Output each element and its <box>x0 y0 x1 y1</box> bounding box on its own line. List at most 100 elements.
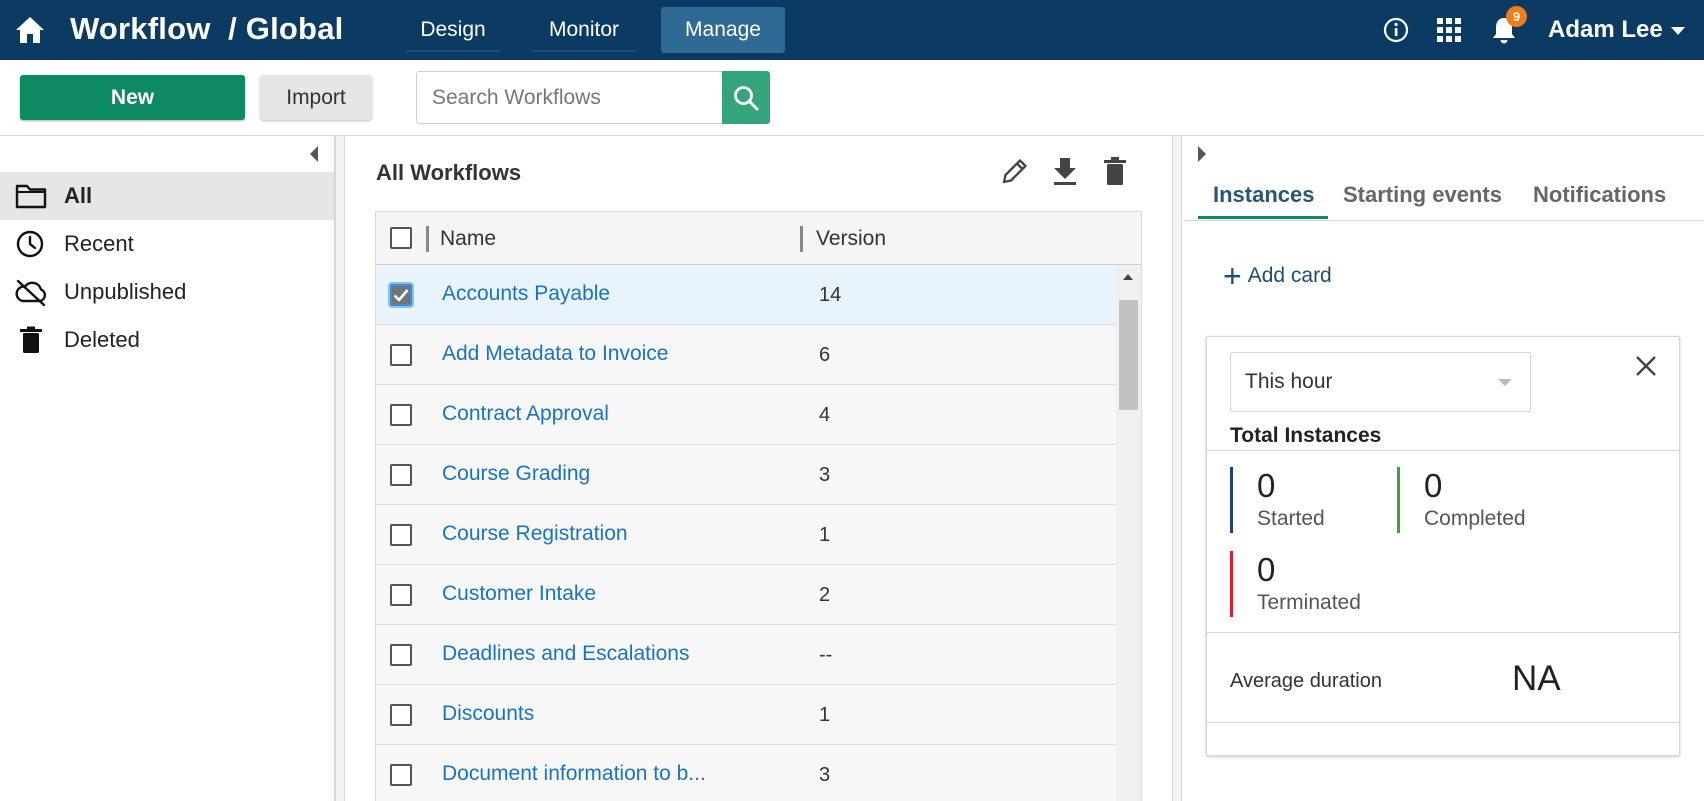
row-checkbox[interactable] <box>390 584 412 606</box>
sidebar-item-label: All <box>64 183 93 208</box>
notification-badge: 9 <box>1506 6 1527 27</box>
sidebar-item-recent[interactable]: Recent <box>0 220 334 268</box>
row-checkbox[interactable] <box>390 344 412 366</box>
new-button[interactable]: New <box>20 75 245 120</box>
tab-instances[interactable]: Instances <box>1213 182 1315 208</box>
tab-notifications[interactable]: Notifications <box>1533 182 1666 208</box>
workflow-version: 3 <box>819 464 831 486</box>
tab-starting-events[interactable]: Starting events <box>1343 182 1502 208</box>
toolbar: New Import <box>0 60 1704 136</box>
card-title: Total Instances <box>1230 424 1382 447</box>
workflow-name-link[interactable]: Contract Approval <box>442 402 609 426</box>
table-row[interactable]: Deadlines and Escalations -- <box>376 625 1116 685</box>
column-resize-handle[interactable] <box>426 226 429 252</box>
scrollbar-thumb[interactable] <box>1119 300 1138 410</box>
column-header-version[interactable]: Version <box>816 227 886 251</box>
import-button[interactable]: Import <box>260 75 372 120</box>
search-icon <box>734 85 759 110</box>
collapse-sidebar-arrow-icon[interactable] <box>310 146 318 162</box>
trash-icon <box>20 326 42 353</box>
nav-design[interactable]: Design <box>398 7 508 53</box>
workflow-list-panel: All Workflows Name Version Accounts Paya… <box>346 136 1172 801</box>
download-icon[interactable] <box>1048 154 1082 188</box>
search-button[interactable] <box>722 71 770 124</box>
row-checkbox[interactable] <box>390 644 412 666</box>
table-body: Accounts Payable 14 Add Metadata to Invo… <box>376 265 1116 801</box>
search-input[interactable] <box>416 71 723 124</box>
row-checkbox[interactable] <box>390 764 412 786</box>
sidebar-item-label: Recent <box>64 231 134 256</box>
page-title: All Workflows <box>376 160 522 185</box>
table-row[interactable]: Course Grading 3 <box>376 445 1116 505</box>
sidebar-item-deleted[interactable]: Deleted <box>0 316 334 364</box>
table-row[interactable]: Document information to b... 3 <box>376 745 1116 801</box>
collapse-panel-arrow-icon[interactable] <box>1198 146 1206 162</box>
table-header: Name Version <box>376 212 1141 265</box>
top-navigation-bar: Workflow / Global Design Monitor Manage … <box>0 0 1704 60</box>
row-checkbox[interactable] <box>390 284 412 306</box>
column-resize-handle[interactable] <box>800 226 803 252</box>
stat-started: 0 Started <box>1230 467 1390 533</box>
table-row[interactable]: Course Registration 1 <box>376 505 1116 565</box>
table-row[interactable]: Add Metadata to Invoice 6 <box>376 325 1116 385</box>
row-checkbox[interactable] <box>390 464 412 486</box>
workflow-version: 6 <box>819 344 831 366</box>
average-duration-value: NA <box>1512 659 1561 698</box>
table-row[interactable]: Accounts Payable 14 <box>376 265 1116 325</box>
table-row[interactable]: Customer Intake 2 <box>376 565 1116 625</box>
info-icon[interactable] <box>1380 14 1412 46</box>
chevron-down-icon <box>1498 379 1512 386</box>
sidebar-item-label: Unpublished <box>64 279 187 304</box>
sidebar-item-label: Deleted <box>64 327 140 352</box>
delete-trash-icon[interactable] <box>1098 154 1132 188</box>
workflow-name-link[interactable]: Course Registration <box>442 522 628 546</box>
workflow-name-link[interactable]: Document information to b... <box>442 762 706 786</box>
table-row[interactable]: Contract Approval 4 <box>376 385 1116 445</box>
row-checkbox[interactable] <box>390 404 412 426</box>
average-duration-label: Average duration <box>1230 670 1382 692</box>
plus-icon: + <box>1223 258 1242 294</box>
workflow-version: 1 <box>819 704 831 726</box>
workflow-version: -- <box>819 644 833 666</box>
details-panel: Instances Starting events Notifications … <box>1183 136 1704 801</box>
divider <box>1207 450 1679 451</box>
nav-manage[interactable]: Manage <box>661 7 785 53</box>
scroll-up-arrow-icon[interactable] <box>1123 274 1133 280</box>
workflow-name-link[interactable]: Add Metadata to Invoice <box>442 342 668 366</box>
workflow-version: 14 <box>819 284 842 306</box>
workflow-name-link[interactable]: Course Grading <box>442 462 590 486</box>
workflow-version: 1 <box>819 524 831 546</box>
workflow-table: Name Version Accounts Payable 14 Add Met… <box>375 211 1142 801</box>
apps-grid-icon[interactable] <box>1433 14 1465 46</box>
instances-card: This hour Total Instances 0 Started 0 Co… <box>1206 336 1680 756</box>
workflow-name-link[interactable]: Customer Intake <box>442 582 596 606</box>
column-header-name[interactable]: Name <box>440 227 496 251</box>
add-card-button[interactable]: + Add card <box>1223 258 1332 294</box>
sidebar-item-unpublished[interactable]: Unpublished <box>0 268 334 316</box>
nav-monitor[interactable]: Monitor <box>523 7 645 53</box>
caret-down-icon <box>1670 26 1685 35</box>
divider <box>1207 722 1679 723</box>
divider <box>1207 632 1679 633</box>
edit-pencil-icon[interactable] <box>998 154 1032 188</box>
workflow-name-link[interactable]: Discounts <box>442 702 534 726</box>
stat-terminated: 0 Terminated <box>1230 551 1390 617</box>
close-icon[interactable] <box>1632 352 1660 380</box>
table-scrollbar[interactable] <box>1116 265 1141 801</box>
clock-icon <box>16 230 44 258</box>
left-splitter[interactable] <box>335 136 345 801</box>
stat-completed: 0 Completed <box>1397 467 1557 533</box>
user-menu[interactable]: Adam Lee <box>1548 16 1685 44</box>
active-tab-indicator <box>1198 216 1328 219</box>
right-splitter[interactable] <box>1172 136 1182 801</box>
home-icon[interactable] <box>14 15 46 45</box>
row-checkbox[interactable] <box>390 524 412 546</box>
workflow-name-link[interactable]: Deadlines and Escalations <box>442 642 690 666</box>
time-period-select[interactable]: This hour <box>1230 352 1531 412</box>
sidebar-item-all[interactable]: All <box>0 172 334 220</box>
table-row[interactable]: Discounts 1 <box>376 685 1116 745</box>
row-checkbox[interactable] <box>390 704 412 726</box>
workflow-name-link[interactable]: Accounts Payable <box>442 282 610 306</box>
workflow-version: 4 <box>819 404 831 426</box>
select-all-checkbox[interactable] <box>390 227 412 249</box>
